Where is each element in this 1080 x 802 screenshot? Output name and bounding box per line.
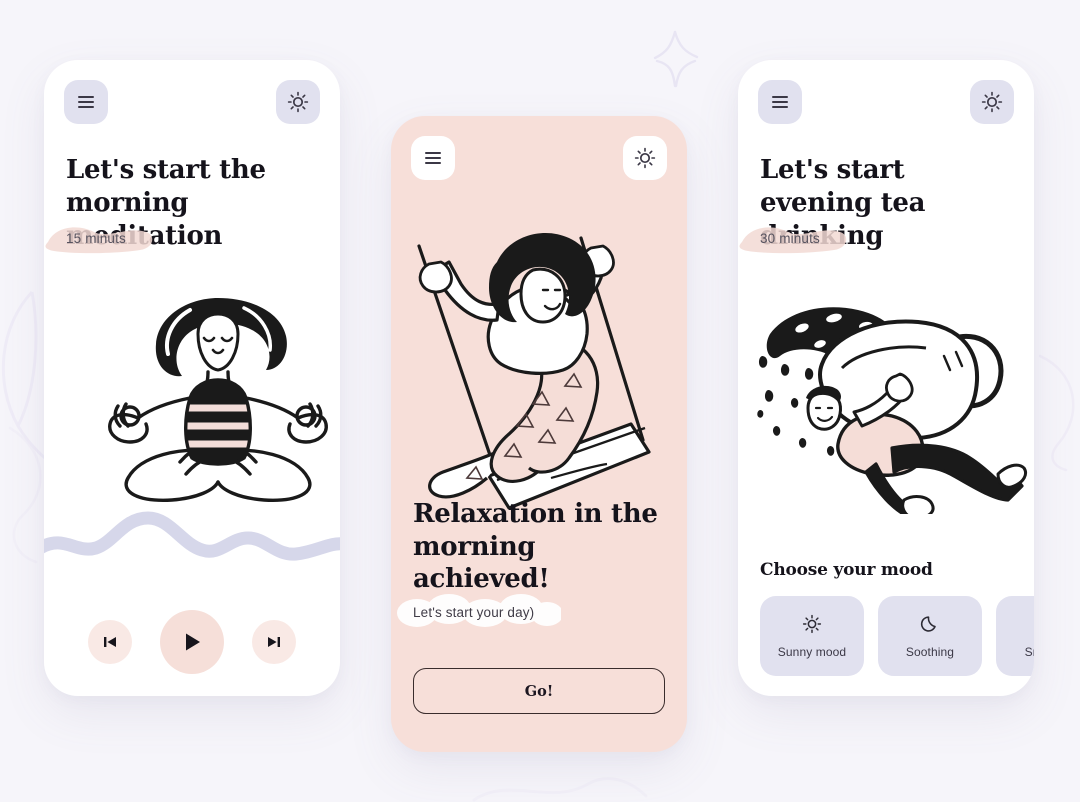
- mood-section-title: Choose your mood: [760, 560, 933, 580]
- audio-player-controls: [44, 610, 340, 674]
- moon-icon: [920, 615, 936, 632]
- card-relaxation-achieved: Relaxation in the morning achieved! Let'…: [391, 116, 687, 752]
- background-flourish-bottom: [472, 777, 648, 802]
- mood-chip-label: Sunny mood: [777, 644, 847, 659]
- mood-chip-sunny[interactable]: Sunny mood: [760, 596, 864, 676]
- go-button[interactable]: Go!: [413, 668, 665, 714]
- play-button[interactable]: [160, 610, 224, 674]
- illustration-meditating-woman: [108, 298, 328, 502]
- sun-icon: [634, 147, 656, 169]
- card-relax-subtitle-wrap: Let's start your day): [397, 594, 561, 627]
- card-morning-topbar: [64, 80, 320, 124]
- theme-toggle-button[interactable]: [970, 80, 1014, 124]
- next-icon: [268, 637, 280, 647]
- play-icon: [186, 633, 200, 651]
- mood-chip-snowing[interactable]: Snowing: [996, 596, 1034, 676]
- theme-toggle-button[interactable]: [623, 136, 667, 180]
- card-relax-heading: Relaxation in the morning achieved!: [413, 498, 658, 595]
- mood-chip-row: Sunny mood Soothing Snowing: [760, 596, 1034, 676]
- sun-icon: [287, 91, 309, 113]
- card-evening-duration: 30 minuts: [739, 227, 847, 254]
- illustration-person-with-teacup: [757, 307, 1028, 514]
- mood-chip-label: Snowing: [1024, 644, 1034, 659]
- illustration-woman-on-swing: [417, 232, 651, 510]
- previous-icon: [104, 637, 116, 647]
- sun-icon: [802, 614, 822, 633]
- mood-chip-label: Soothing: [905, 644, 955, 659]
- next-track-button[interactable]: [252, 620, 296, 664]
- background-flourish-right: [1038, 354, 1075, 472]
- card-evening-topbar: [758, 80, 1014, 124]
- mood-chip-soothing[interactable]: Soothing: [878, 596, 982, 676]
- hamburger-icon: [425, 152, 441, 164]
- theme-toggle-button[interactable]: [276, 80, 320, 124]
- card-morning-meditation: Let's start the morning meditation 15 mi…: [44, 60, 340, 696]
- hamburger-icon: [78, 96, 94, 108]
- card-relax-subtitle: Let's start your day): [413, 605, 535, 620]
- previous-track-button[interactable]: [88, 620, 132, 664]
- hamburger-icon: [772, 96, 788, 108]
- sun-icon: [981, 91, 1003, 113]
- duration-label: 30 minuts: [760, 231, 820, 246]
- background-flourish-star: [653, 30, 699, 88]
- duration-label: 15 minuts: [66, 231, 126, 246]
- menu-button[interactable]: [411, 136, 455, 180]
- card-relax-topbar: [411, 136, 667, 180]
- card-evening-tea: Let's start evening tea drinking 30 minu…: [738, 60, 1034, 696]
- card-morning-duration: 15 minuts: [45, 227, 153, 254]
- menu-button[interactable]: [64, 80, 108, 124]
- menu-button[interactable]: [758, 80, 802, 124]
